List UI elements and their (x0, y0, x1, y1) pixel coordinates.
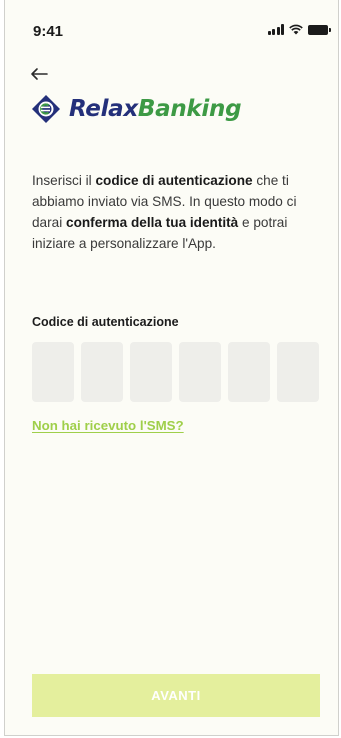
continue-button[interactable]: AVANTI (32, 674, 320, 717)
code-field-label: Codice di autenticazione (32, 315, 179, 329)
intro-text-1: Inserisci il (32, 173, 96, 188)
status-icons (267, 24, 331, 35)
logo-relax-text: Relax (69, 96, 138, 122)
relaxbanking-logo: RelaxBanking (31, 94, 242, 124)
intro-bold-2: conferma della tua identità (66, 215, 239, 230)
code-digit-input[interactable] (130, 342, 172, 402)
code-digit-input[interactable] (81, 342, 123, 402)
logo-wordmark: RelaxBanking (69, 96, 242, 122)
back-arrow-icon[interactable] (27, 62, 51, 86)
code-digit-input[interactable] (228, 342, 270, 402)
status-bar: 9:41 (5, 0, 338, 60)
code-digit-input[interactable] (179, 342, 221, 402)
phone-screen: 9:41 RelaxBanking Inserisci il codice di… (4, 0, 339, 736)
instructions-text: Inserisci il codice di autenticazione ch… (32, 170, 307, 254)
status-time: 9:41 (33, 23, 64, 40)
wifi-icon (289, 24, 303, 35)
code-digit-input[interactable] (32, 342, 74, 402)
resend-sms-link[interactable]: Non hai ricevuto l'SMS? (32, 418, 184, 433)
code-input-group (32, 342, 319, 402)
logo-mark-icon (32, 95, 60, 123)
intro-bold-1: codice di autenticazione (95, 173, 253, 188)
battery-icon (308, 25, 331, 35)
logo-banking-text: Banking (137, 96, 242, 122)
code-digit-input[interactable] (277, 342, 319, 402)
signal-icon (267, 24, 284, 35)
